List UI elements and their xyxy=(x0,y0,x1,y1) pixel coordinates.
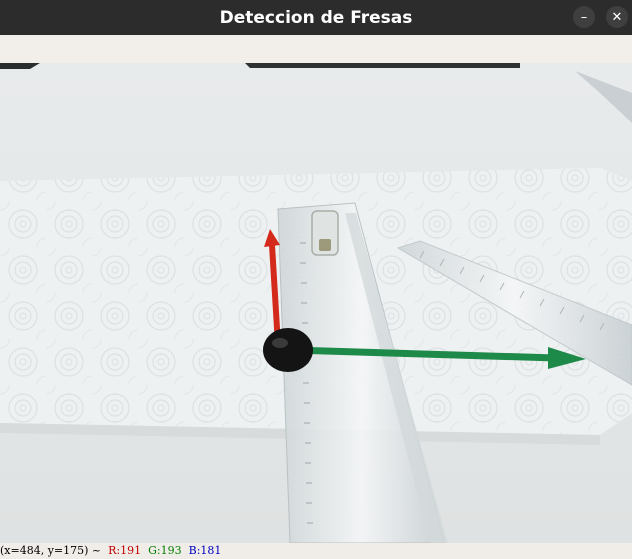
pixel-g-value: G:193 xyxy=(148,544,182,557)
camera-frame xyxy=(0,63,632,543)
toolbar xyxy=(0,35,632,64)
close-button[interactable]: ✕ xyxy=(606,6,628,28)
cursor-coordinates: (x=484, y=175) ~ xyxy=(0,544,102,557)
status-bar: (x=484, y=175) ~ R:191 G:193 B:181 xyxy=(0,543,632,559)
minimize-icon: – xyxy=(580,9,588,25)
camera-view[interactable] xyxy=(0,63,632,543)
origin-marker xyxy=(263,328,313,372)
pixel-r-value: R:191 xyxy=(108,544,142,557)
close-icon: ✕ xyxy=(611,9,623,25)
origin-highlight xyxy=(272,338,288,348)
window-title: Deteccion de Fresas xyxy=(219,7,413,28)
minimize-button[interactable]: – xyxy=(573,6,595,28)
ruler-clip-screw xyxy=(319,239,331,251)
window-titlebar: Deteccion de Fresas – ✕ xyxy=(0,0,632,35)
background-object xyxy=(245,63,520,68)
pixel-b-value: B:181 xyxy=(188,544,222,557)
